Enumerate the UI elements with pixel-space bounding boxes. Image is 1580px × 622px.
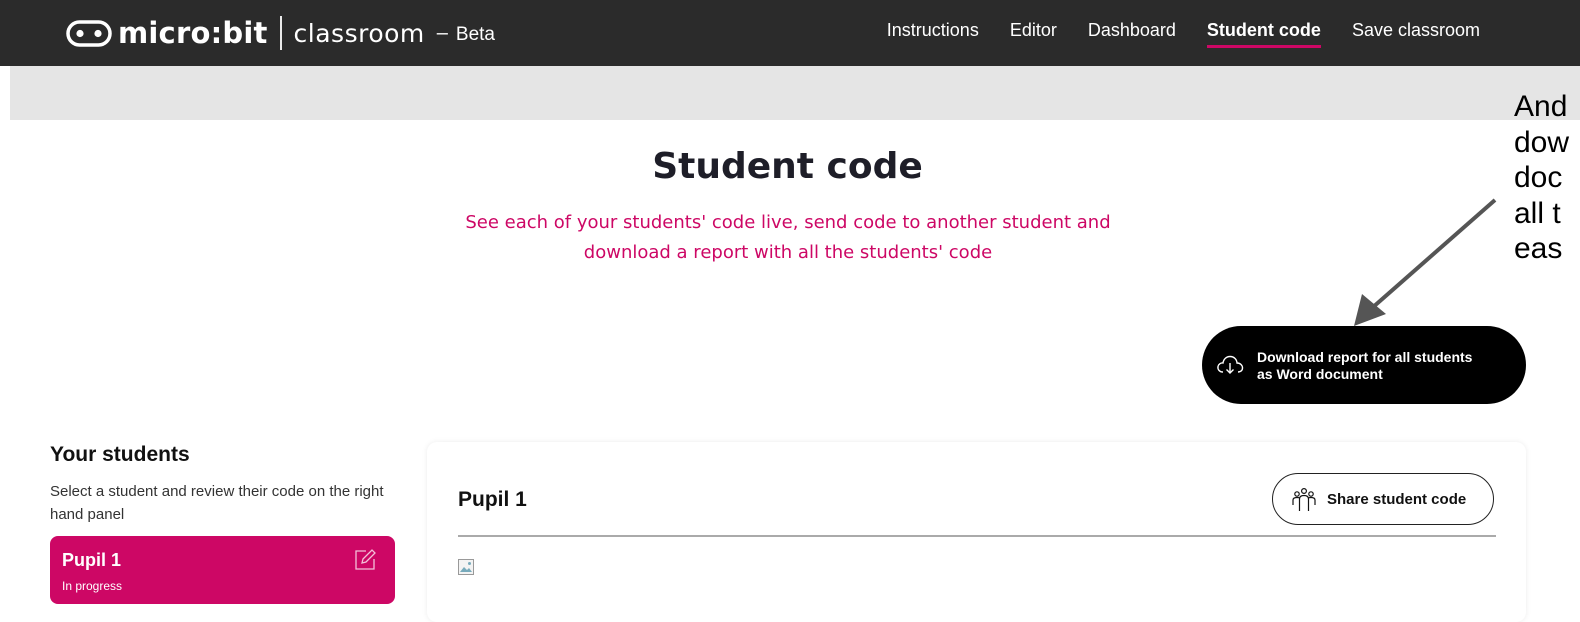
- microbit-logo-icon: [66, 19, 112, 47]
- group-share-icon: [1292, 487, 1316, 511]
- download-report-label: Download report for all students as Word…: [1257, 349, 1519, 383]
- share-student-code-button[interactable]: Share student code: [1272, 473, 1494, 525]
- logo-divider: [279, 16, 282, 50]
- annotation-arrow: [1354, 198, 1497, 326]
- top-nav-bar: micro:bit classroom – Beta Instructions …: [0, 0, 1580, 66]
- student-code-panel: Pupil 1 Share student code: [427, 442, 1526, 622]
- student-card-pupil-1[interactable]: Pupil 1 In progress: [50, 536, 395, 604]
- nav-student-code[interactable]: Student code: [1206, 20, 1321, 48]
- nav-dashboard[interactable]: Dashboard: [1088, 20, 1176, 48]
- page-title: Student code: [652, 146, 923, 187]
- your-students-heading: Your students: [50, 443, 190, 466]
- annotation-line: And: [1514, 90, 1568, 123]
- annotation-line: eas: [1514, 232, 1563, 265]
- page-subtitle: See each of your students' code live, se…: [438, 208, 1138, 268]
- main-nav: Instructions Editor Dashboard Student co…: [856, 20, 1480, 48]
- annotation-line: doc: [1514, 161, 1563, 194]
- download-label-line-1: Download report for all students: [1257, 349, 1473, 365]
- student-name: Pupil 1: [62, 550, 122, 570]
- broken-image-icon: [458, 559, 474, 575]
- share-student-code-label: Share student code: [1327, 491, 1467, 508]
- grey-banner: [10, 66, 1580, 120]
- brand-name: micro:bit: [118, 16, 268, 50]
- beta-tag: Beta: [455, 24, 495, 45]
- logo-dash: –: [436, 21, 448, 44]
- edit-icon[interactable]: [353, 548, 377, 572]
- nav-save-classroom[interactable]: Save classroom: [1352, 20, 1480, 48]
- product-name: classroom: [293, 18, 425, 48]
- page-subtitle-line-2: download a report with all the students'…: [583, 242, 993, 263]
- student-status: In progress: [62, 579, 123, 593]
- annotation-line: all t: [1514, 196, 1561, 230]
- annotation-text: And dow doc all t eas: [1514, 89, 1580, 267]
- download-label-line-2: as Word document: [1257, 366, 1383, 382]
- page-subtitle-line-1: See each of your students' code live, se…: [465, 212, 1111, 233]
- selected-student-title: Pupil 1: [458, 488, 527, 511]
- students-description: Select a student and review their code o…: [50, 483, 384, 523]
- cloud-download-icon: [1217, 355, 1244, 374]
- microbit-classroom-logo[interactable]: micro:bit classroom – Beta: [66, 14, 495, 52]
- panel-divider: [458, 535, 1496, 537]
- annotation-line: dow: [1514, 125, 1570, 159]
- nav-editor[interactable]: Editor: [1010, 20, 1057, 48]
- nav-instructions[interactable]: Instructions: [887, 20, 979, 48]
- download-report-button[interactable]: Download report for all students as Word…: [1202, 326, 1526, 404]
